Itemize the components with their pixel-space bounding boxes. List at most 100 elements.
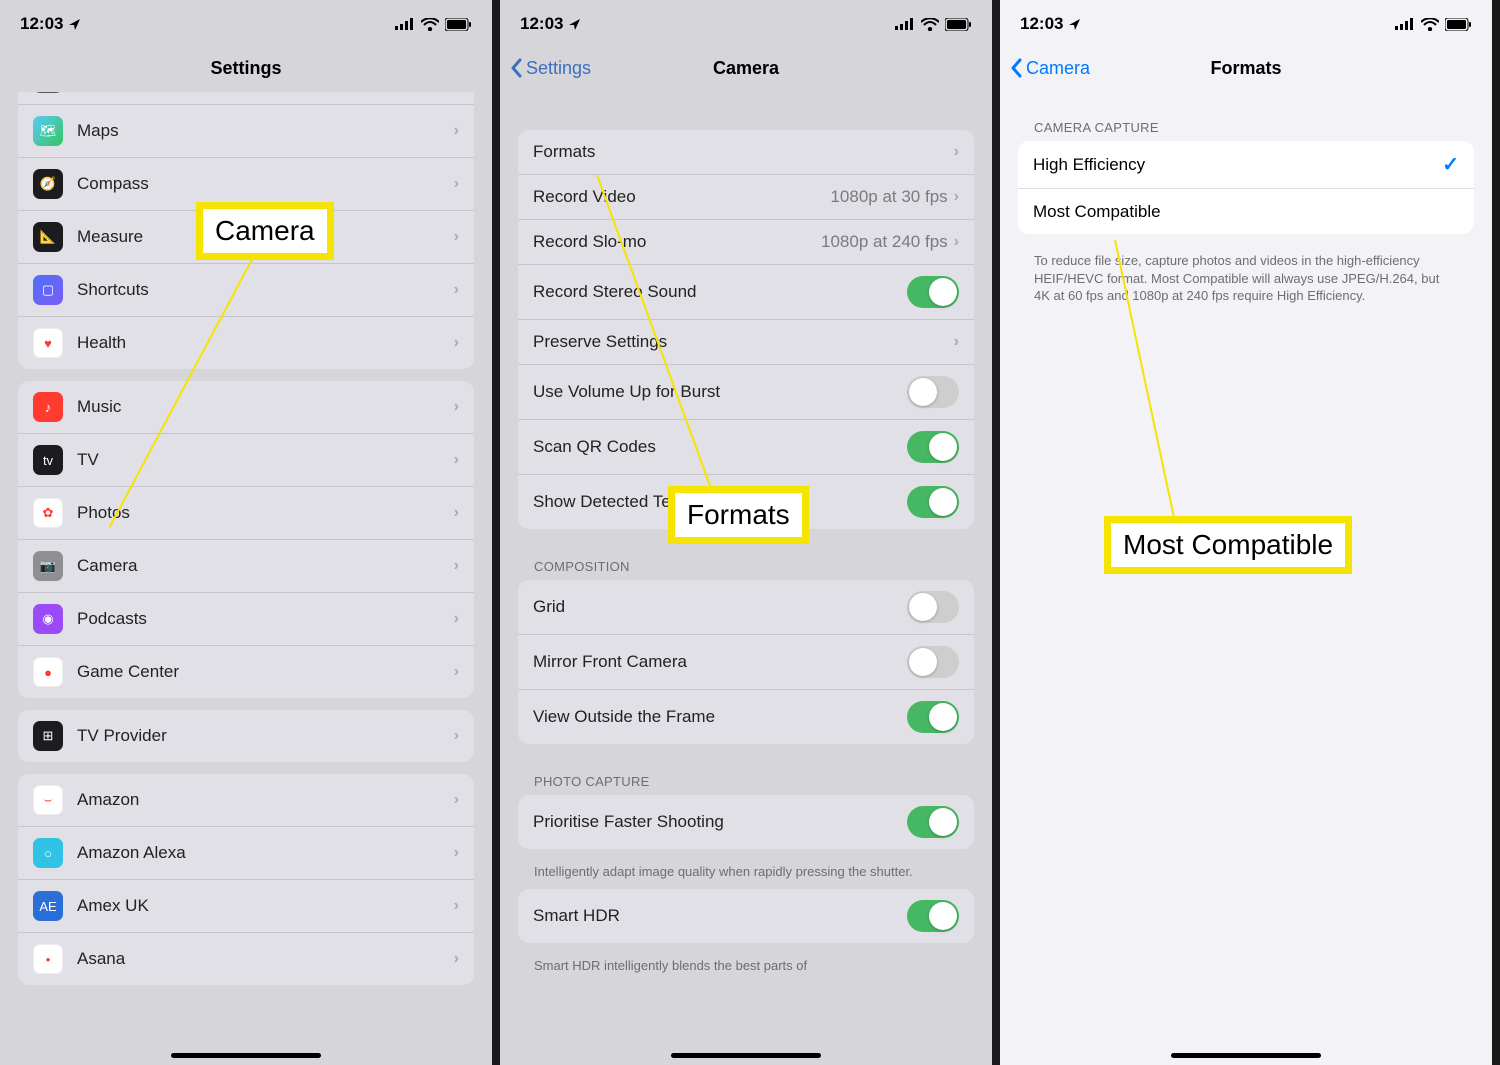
settings-row-amazon[interactable]: ⌣Amazon›: [18, 774, 474, 827]
cellular-icon: [895, 18, 915, 30]
row-label: Preserve Settings: [533, 332, 954, 352]
music-icon: ♪: [33, 392, 63, 422]
toggle[interactable]: [907, 900, 959, 932]
row-label: Shortcuts: [77, 280, 454, 300]
wifi-icon: [1421, 18, 1439, 31]
shortcuts-icon: ▢: [33, 275, 63, 305]
camera-group-composition: Grid Mirror Front CameraView Outside the …: [518, 580, 974, 744]
settings-row-health[interactable]: ♥Health›: [18, 317, 474, 369]
camera-row[interactable]: Record Video1080p at 30 fps›: [518, 175, 974, 220]
chevron-right-icon: ›: [954, 233, 959, 251]
wifi-icon: [921, 18, 939, 31]
section-camera-capture: CAMERA CAPTURE: [1000, 92, 1492, 141]
settings-row-tv[interactable]: tv TV›: [18, 434, 474, 487]
format-option[interactable]: High Efficiency✓: [1018, 141, 1474, 189]
section-composition: COMPOSITION: [500, 541, 992, 580]
chevron-right-icon: ›: [454, 451, 459, 469]
location-icon: [68, 18, 81, 31]
format-option[interactable]: Most Compatible: [1018, 189, 1474, 234]
toggle[interactable]: [907, 701, 959, 733]
camera-row[interactable]: Formats›: [518, 130, 974, 175]
cellular-icon: [395, 18, 415, 30]
row-label: Record Video: [533, 187, 830, 207]
nav-bar: Settings: [0, 44, 492, 92]
camera-row[interactable]: Use Volume Up for Burst: [518, 365, 974, 420]
status-bar: 12:03: [500, 0, 992, 44]
chevron-right-icon: ›: [954, 188, 959, 206]
row-label: Smart HDR: [533, 906, 907, 926]
settings-row-translate[interactable]: 文Translate›: [18, 92, 474, 105]
toggle[interactable]: [907, 591, 959, 623]
camera-row[interactable]: Scan QR Codes: [518, 420, 974, 475]
callout-camera: Camera: [200, 206, 330, 256]
camera-row[interactable]: Smart HDR: [518, 889, 974, 943]
compass-icon: 🧭: [33, 169, 63, 199]
chevron-right-icon: ›: [954, 143, 959, 161]
home-indicator: [171, 1053, 321, 1058]
row-label: Formats: [533, 142, 954, 162]
camera-row[interactable]: View Outside the Frame: [518, 690, 974, 744]
camera-row[interactable]: Preserve Settings›: [518, 320, 974, 365]
tv-icon: tv: [33, 445, 63, 475]
row-label: Compass: [77, 174, 454, 194]
camera-group-hdr: Smart HDR: [518, 889, 974, 943]
camera-row[interactable]: Grid: [518, 580, 974, 635]
podcasts-icon: ◉: [33, 604, 63, 634]
row-label: Grid: [533, 597, 907, 617]
camera-row[interactable]: Record Slo-mo1080p at 240 fps›: [518, 220, 974, 265]
settings-row-tvprovider[interactable]: ⊞TV Provider›: [18, 710, 474, 762]
chevron-right-icon: ›: [454, 281, 459, 299]
footer-formats: To reduce file size, capture photos and …: [1000, 246, 1492, 319]
camera-row[interactable]: Record Stereo Sound: [518, 265, 974, 320]
status-time: 12:03: [1020, 14, 1063, 34]
panel-settings: 12:03 Settings 文Translate›🗺Maps›🧭Compass…: [0, 0, 500, 1065]
settings-row-gamecenter[interactable]: ●Game Center›: [18, 646, 474, 698]
chevron-right-icon: ›: [454, 610, 459, 628]
camera-group-pfs: Prioritise Faster Shooting: [518, 795, 974, 849]
status-bar: 12:03: [1000, 0, 1492, 44]
settings-row-podcasts[interactable]: ◉Podcasts›: [18, 593, 474, 646]
cellular-icon: [1395, 18, 1415, 30]
back-label: Settings: [526, 58, 591, 79]
row-label: Amex UK: [77, 896, 454, 916]
settings-row-asana[interactable]: •Asana›: [18, 933, 474, 985]
settings-row-photos[interactable]: ✿Photos›: [18, 487, 474, 540]
amazon-icon: ⌣: [33, 785, 63, 815]
settings-row-alexa[interactable]: ○Amazon Alexa›: [18, 827, 474, 880]
toggle[interactable]: [907, 376, 959, 408]
back-button[interactable]: Camera: [1010, 58, 1090, 79]
row-detail: 1080p at 240 fps: [821, 232, 948, 252]
toggle[interactable]: [907, 276, 959, 308]
row-label: Health: [77, 333, 454, 353]
chevron-right-icon: ›: [454, 398, 459, 416]
toggle[interactable]: [907, 806, 959, 838]
settings-row-maps[interactable]: 🗺Maps›: [18, 105, 474, 158]
toggle[interactable]: [907, 646, 959, 678]
settings-row-camera[interactable]: 📷Camera›: [18, 540, 474, 593]
settings-group-3: ⊞TV Provider›: [18, 710, 474, 762]
nav-title: Settings: [210, 58, 281, 79]
camera-row[interactable]: Mirror Front Camera: [518, 635, 974, 690]
chevron-right-icon: ›: [454, 897, 459, 915]
gamecenter-icon: ●: [33, 657, 63, 687]
settings-row-music[interactable]: ♪Music›: [18, 381, 474, 434]
translate-icon: 文: [33, 92, 63, 93]
footer-hdr: Smart HDR intelligently blends the best …: [500, 955, 992, 989]
settings-row-amex[interactable]: AEAmex UK›: [18, 880, 474, 933]
camera-row[interactable]: Prioritise Faster Shooting: [518, 795, 974, 849]
measure-icon: 📐: [33, 222, 63, 252]
nav-title: Formats: [1210, 58, 1281, 79]
back-button[interactable]: Settings: [510, 58, 591, 79]
callout-most-compatible: Most Compatible: [1108, 520, 1348, 570]
row-label: Scan QR Codes: [533, 437, 907, 457]
row-label: TV: [77, 450, 454, 470]
chevron-right-icon: ›: [454, 663, 459, 681]
row-label: Photos: [77, 503, 454, 523]
toggle[interactable]: [907, 431, 959, 463]
row-label: Asana: [77, 949, 454, 969]
status-time: 12:03: [520, 14, 563, 34]
row-label: High Efficiency: [1033, 155, 1442, 175]
toggle[interactable]: [907, 486, 959, 518]
settings-row-compass[interactable]: 🧭Compass›: [18, 158, 474, 211]
back-label: Camera: [1026, 58, 1090, 79]
